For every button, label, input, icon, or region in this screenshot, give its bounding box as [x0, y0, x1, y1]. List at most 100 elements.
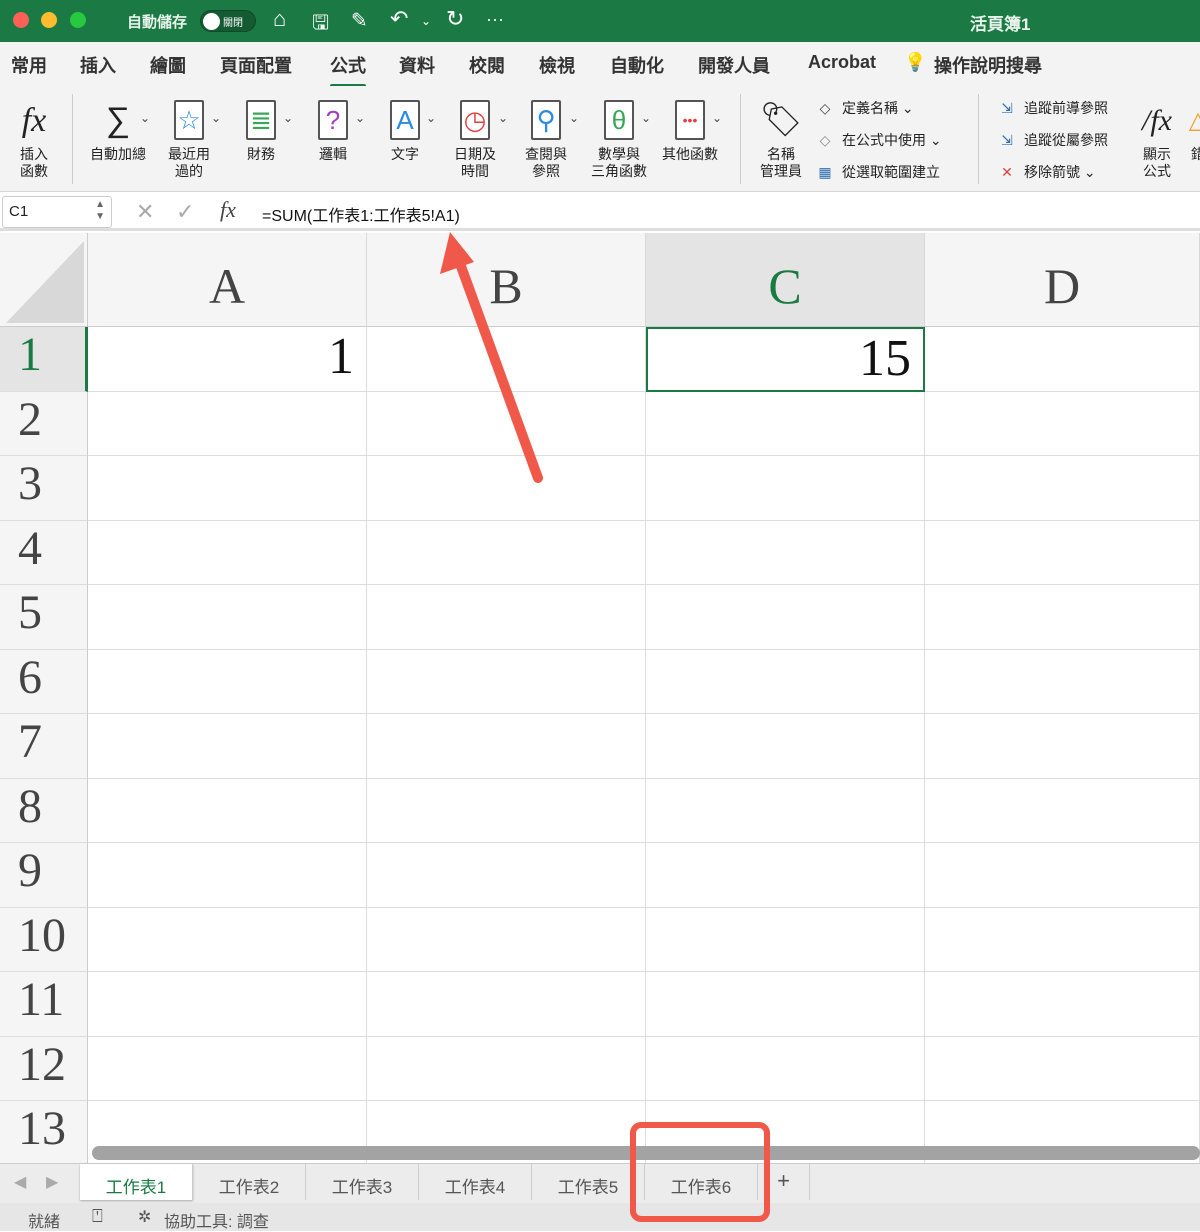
cell-d11[interactable] [925, 972, 1200, 1037]
enter-icon[interactable]: ✓ [176, 199, 194, 225]
tab-acrobat[interactable]: Acrobat [808, 52, 876, 73]
cell-c2[interactable] [646, 391, 925, 456]
home-icon[interactable]: ⌂ [273, 6, 286, 32]
chevron-down-icon[interactable]: ⌄ [211, 111, 221, 125]
remove-arrows-button[interactable]: ✕ 移除箭號 ⌄ [996, 162, 1096, 182]
cell-a2[interactable] [88, 391, 367, 456]
sheet-tab-1[interactable]: 工作表1 [80, 1164, 193, 1200]
cell-d2[interactable] [925, 391, 1200, 456]
cell-c4[interactable] [646, 520, 925, 585]
column-header-c[interactable]: C [646, 233, 925, 327]
cell-c7[interactable] [646, 714, 925, 779]
chevron-down-icon[interactable]: ⌄ [712, 111, 722, 125]
text-button[interactable]: A 文字 [380, 94, 430, 163]
help-search[interactable]: 操作說明搜尋 [934, 52, 1042, 78]
chevron-down-icon[interactable]: ⌄ [569, 111, 579, 125]
cell-c3[interactable] [646, 456, 925, 521]
row-header-8[interactable]: 8 [0, 778, 88, 843]
logical-button[interactable]: ? 邏輯 [308, 94, 358, 163]
row-header-6[interactable]: 6 [0, 649, 88, 714]
chevron-down-icon[interactable]: ⌄ [426, 111, 436, 125]
add-sheet-button[interactable]: + [758, 1164, 810, 1200]
tab-insert[interactable]: 插入 [80, 52, 116, 78]
row-header-9[interactable]: 9 [0, 843, 88, 908]
date-time-button[interactable]: ◷ 日期及 時間 [450, 94, 500, 180]
row-header-13[interactable]: 13 [0, 1101, 88, 1166]
name-box[interactable]: C1 ▲ ▼ [2, 196, 112, 228]
cell-b7[interactable] [367, 714, 646, 779]
cell-b8[interactable] [367, 778, 646, 843]
math-trig-button[interactable]: θ 數學與 三角函數 [586, 94, 652, 180]
autosum-button[interactable]: ∑ 自動加總 [86, 94, 150, 163]
chevron-down-icon[interactable]: ⌄ [498, 111, 508, 125]
cell-d3[interactable] [925, 456, 1200, 521]
autosave-toggle[interactable]: 關閉 [200, 10, 256, 32]
cell-b1[interactable] [367, 327, 646, 392]
scroll-right-icon[interactable]: ▶ [46, 1172, 58, 1192]
column-header-b[interactable]: B [367, 233, 646, 327]
save-icon[interactable]: 🖫 [312, 8, 329, 42]
cell-c8[interactable] [646, 778, 925, 843]
define-name-button[interactable]: ◇ 定義名稱 ⌄ [814, 98, 914, 118]
name-manager-button[interactable]: 🏷 名稱 管理員 [756, 94, 806, 180]
show-formulas-button[interactable]: /fx 顯示 公式 [1136, 94, 1178, 180]
row-header-12[interactable]: 12 [0, 1036, 88, 1101]
cell-d10[interactable] [925, 907, 1200, 972]
tab-automate[interactable]: 自動化 [610, 52, 664, 78]
insert-function-button[interactable]: fx 插入 函數 [14, 94, 54, 180]
close-window-button[interactable] [13, 12, 29, 28]
insert-function-icon[interactable]: fx [220, 197, 236, 223]
cell-c1[interactable]: 15 [646, 327, 925, 392]
cell-a11[interactable] [88, 972, 367, 1037]
cell-b4[interactable] [367, 520, 646, 585]
cell-a5[interactable] [88, 585, 367, 650]
select-all-button[interactable] [0, 233, 88, 327]
cell-c12[interactable] [646, 1036, 925, 1101]
tab-home[interactable]: 常用 [11, 52, 47, 78]
cell-d7[interactable] [925, 714, 1200, 779]
cell-b9[interactable] [367, 843, 646, 908]
column-header-d[interactable]: D [925, 233, 1200, 327]
cell-a8[interactable] [88, 778, 367, 843]
sheet-tab-6[interactable]: 工作表6 [645, 1164, 758, 1200]
cell-c6[interactable] [646, 649, 925, 714]
stepper-icon[interactable]: ▲ ▼ [95, 199, 105, 223]
financial-button[interactable]: ≣ 財務 [236, 94, 286, 163]
tab-draw[interactable]: 繪圖 [150, 52, 186, 78]
tab-page-layout[interactable]: 頁面配置 [220, 52, 292, 78]
tab-view[interactable]: 檢視 [539, 52, 575, 78]
accessibility-icon[interactable]: ✲ [138, 1207, 151, 1227]
cell-a12[interactable] [88, 1036, 367, 1101]
trace-dependents-button[interactable]: ⇲ 追蹤從屬參照 [996, 130, 1108, 150]
cell-c5[interactable] [646, 585, 925, 650]
cancel-icon[interactable]: ✕ [136, 199, 154, 225]
horizontal-scrollbar[interactable] [92, 1146, 1200, 1160]
cell-d9[interactable] [925, 843, 1200, 908]
tab-review[interactable]: 校閱 [469, 52, 505, 78]
use-in-formula-button[interactable]: ◇ 在公式中使用 ⌄ [814, 130, 942, 150]
row-header-4[interactable]: 4 [0, 520, 88, 585]
cell-a10[interactable] [88, 907, 367, 972]
cell-a1[interactable]: 1 [88, 327, 367, 392]
chevron-down-icon[interactable]: ⌄ [283, 111, 293, 125]
minimize-window-button[interactable] [41, 12, 57, 28]
cell-d4[interactable] [925, 520, 1200, 585]
tab-data[interactable]: 資料 [399, 52, 435, 78]
cell-b5[interactable] [367, 585, 646, 650]
tab-formulas[interactable]: 公式 [330, 52, 366, 88]
row-header-5[interactable]: 5 [0, 585, 88, 650]
column-header-a[interactable]: A [88, 233, 367, 327]
cell-a6[interactable] [88, 649, 367, 714]
formula-input[interactable]: =SUM(工作表1:工作表5!A1) [262, 202, 460, 226]
cell-b3[interactable] [367, 456, 646, 521]
sheet-tab-5[interactable]: 工作表5 [532, 1164, 645, 1200]
zoom-window-button[interactable] [70, 12, 86, 28]
undo-dropdown-icon[interactable]: ⌄ [421, 14, 431, 28]
cell-b12[interactable] [367, 1036, 646, 1101]
sheet-tab-2[interactable]: 工作表2 [193, 1164, 306, 1200]
redo-icon[interactable]: ↻ [446, 6, 464, 32]
tab-developer[interactable]: 開發人員 [698, 52, 770, 78]
recently-used-button[interactable]: ☆ 最近用 過的 [164, 94, 214, 180]
row-header-2[interactable]: 2 [0, 391, 88, 456]
cell-b10[interactable] [367, 907, 646, 972]
